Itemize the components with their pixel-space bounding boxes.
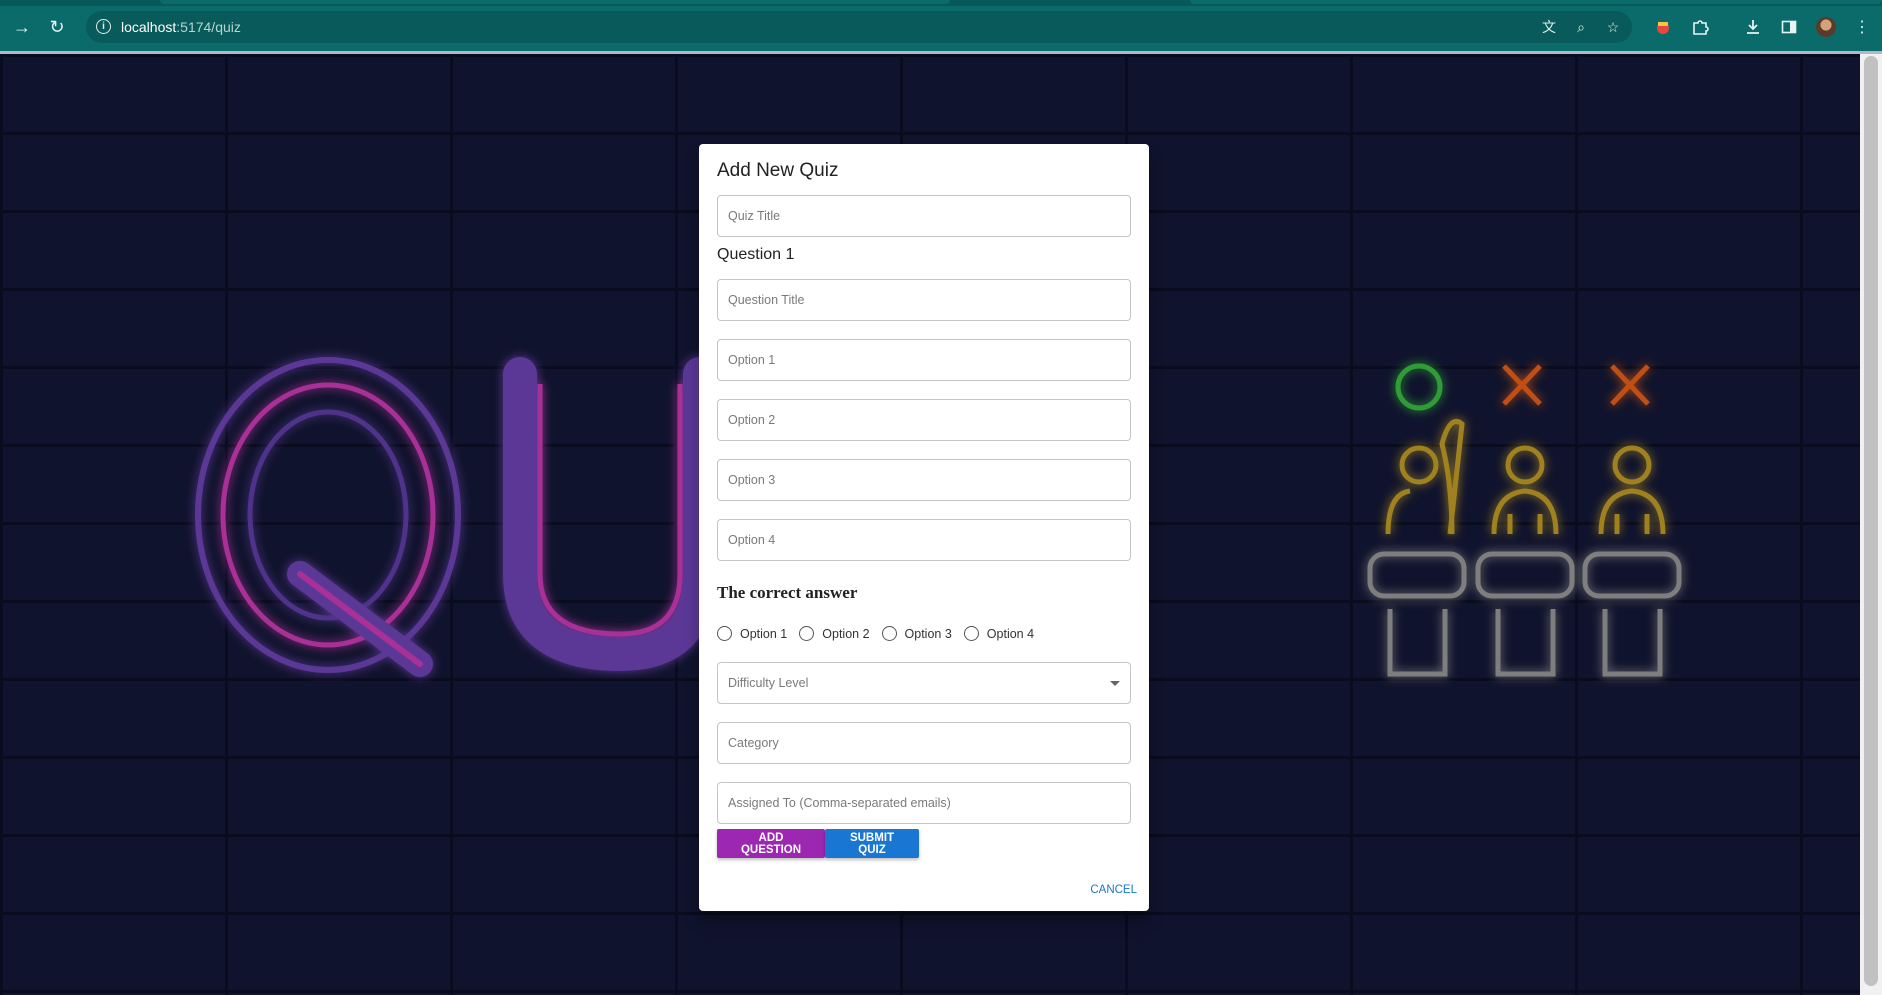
- option-2-field[interactable]: [717, 399, 1131, 441]
- zoom-icon[interactable]: ⌕: [1571, 17, 1591, 37]
- site-info-icon[interactable]: i: [96, 19, 111, 34]
- radio-circle-icon[interactable]: [881, 626, 897, 641]
- option-4-input[interactable]: [718, 520, 1130, 560]
- extensions-puzzle-icon[interactable]: [1688, 15, 1712, 39]
- forward-icon[interactable]: →: [10, 15, 34, 39]
- correct-answer-radio-3[interactable]: Option 3: [881, 626, 952, 641]
- option-3-field[interactable]: [717, 459, 1131, 501]
- difficulty-level-select[interactable]: Difficulty Level: [717, 662, 1131, 704]
- side-panel-icon[interactable]: [1777, 15, 1801, 39]
- scrollbar-thumb[interactable]: [1864, 56, 1878, 986]
- tab-inactive[interactable]: [1190, 0, 1882, 4]
- option-3-input[interactable]: [718, 460, 1130, 500]
- extension-icon[interactable]: [1651, 15, 1675, 39]
- category-input[interactable]: [718, 723, 1130, 763]
- tab-active[interactable]: [160, 0, 950, 4]
- radio-circle-icon[interactable]: [963, 626, 979, 641]
- dropdown-arrow-icon[interactable]: [1110, 680, 1120, 686]
- correct-answer-radio-4[interactable]: Option 4: [963, 626, 1034, 641]
- option-1-input[interactable]: [718, 340, 1130, 380]
- quiz-title-field[interactable]: [717, 195, 1131, 237]
- address-bar[interactable]: i localhost:5174/quiz 文 ⌕ ☆: [86, 11, 1632, 43]
- question-title-field[interactable]: [717, 279, 1131, 321]
- submit-quiz-button[interactable]: Submit Quiz: [825, 829, 919, 858]
- question-title-input[interactable]: [718, 280, 1130, 320]
- difficulty-level-placeholder: Difficulty Level: [728, 676, 809, 690]
- correct-answer-radio-2[interactable]: Option 2: [799, 626, 870, 641]
- option-2-input[interactable]: [718, 400, 1130, 440]
- page-scrollbar[interactable]: [1860, 54, 1882, 995]
- category-field[interactable]: [717, 722, 1131, 764]
- add-quiz-dialog: Add New Quiz Question 1 The correct answ…: [699, 144, 1149, 911]
- url-text: localhost:5174/quiz: [121, 19, 241, 35]
- profile-avatar[interactable]: [1816, 17, 1836, 37]
- tab-strip: [0, 0, 1882, 6]
- question-label: Question 1: [717, 246, 795, 263]
- option-1-field[interactable]: [717, 339, 1131, 381]
- assigned-to-input[interactable]: [718, 783, 1130, 823]
- add-question-button[interactable]: Add Question: [717, 829, 825, 858]
- browser-toolbar: → ↻ i localhost:5174/quiz 文 ⌕ ☆ ⋮: [0, 0, 1882, 54]
- download-icon[interactable]: [1741, 15, 1765, 39]
- correct-answer-heading: The correct answer: [717, 583, 858, 602]
- translate-icon[interactable]: 文: [1539, 17, 1559, 37]
- radio-circle-icon[interactable]: [717, 626, 732, 641]
- reload-icon[interactable]: ↻: [45, 15, 69, 39]
- quiz-title-input[interactable]: [718, 196, 1130, 236]
- dialog-title: Add New Quiz: [717, 160, 839, 181]
- bookmark-star-icon[interactable]: ☆: [1603, 17, 1623, 37]
- correct-answer-radio-1[interactable]: Option 1: [717, 626, 787, 641]
- assigned-to-field[interactable]: [717, 782, 1131, 824]
- option-4-field[interactable]: [717, 519, 1131, 561]
- menu-kebab-icon[interactable]: ⋮: [1850, 15, 1874, 39]
- cancel-button[interactable]: Cancel: [1090, 884, 1137, 896]
- correct-answer-radio-group: Option 1 Option 2 Option 3 Option 4: [717, 626, 1046, 641]
- radio-circle-icon[interactable]: [799, 626, 815, 641]
